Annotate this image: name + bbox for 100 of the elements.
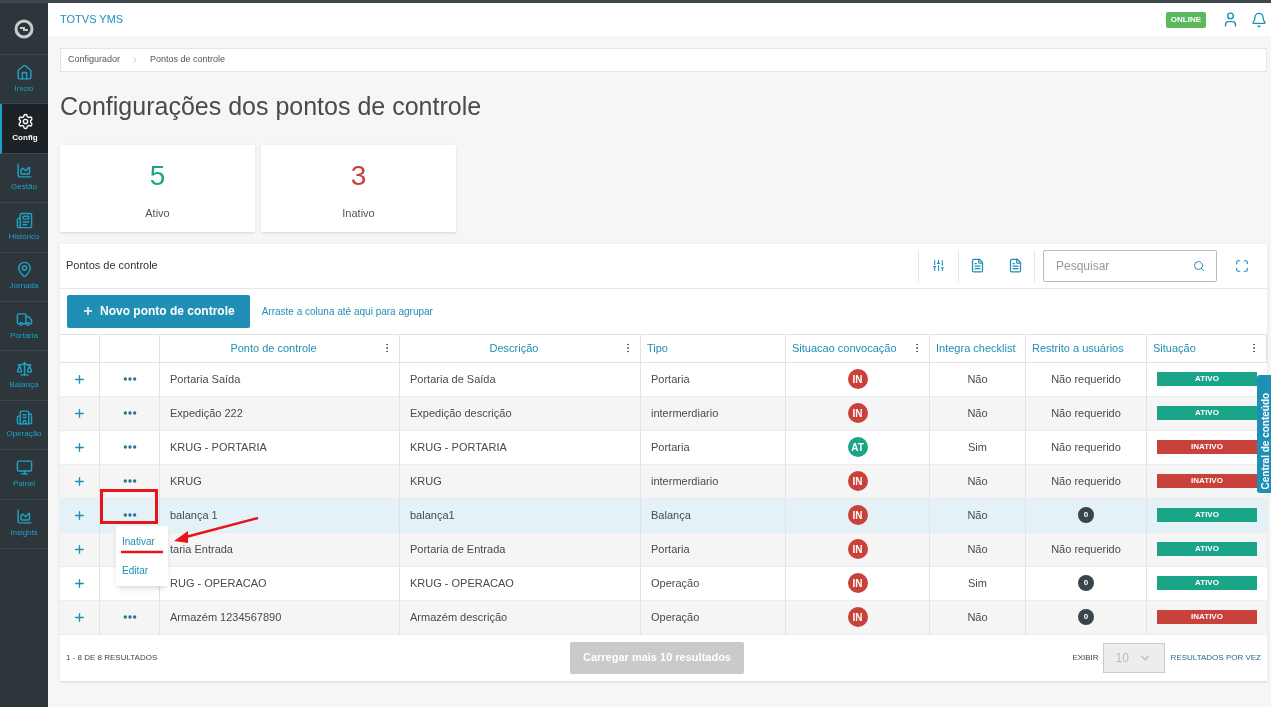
status-badge: INATIVO	[1157, 440, 1257, 454]
scale-icon	[15, 360, 33, 378]
expand-icon[interactable]	[73, 440, 86, 454]
building-icon	[15, 409, 33, 427]
table-cell-text: Balança	[651, 507, 691, 523]
table-cell-text: KRUG - PORTARIA	[410, 439, 507, 455]
table-cell-text: Não	[967, 473, 988, 489]
per-page-label: RESULTADOS POR VEZ	[1170, 651, 1261, 664]
table-cell-text: Armazém descrição	[410, 609, 508, 625]
table-cell-text: Portaria Saída	[170, 371, 241, 387]
online-badge: ONLINE	[1165, 11, 1206, 28]
table-cell-text: Não	[967, 405, 988, 421]
count-badge: 0	[1078, 507, 1094, 523]
home-icon	[15, 63, 33, 81]
expand-icon[interactable]	[73, 542, 86, 556]
search-icon	[1193, 259, 1205, 272]
table-cell-text: balança 1	[170, 507, 218, 523]
table-cell-text: Sim	[968, 439, 987, 455]
table-cell-text: Operação	[651, 575, 700, 591]
monitor-icon	[15, 458, 33, 476]
results-count: 1 - 8 DE 8 RESULTADOS	[66, 651, 159, 664]
table-cell-text: Portaria	[651, 371, 690, 387]
column-header[interactable]: Situacao convocação	[792, 339, 911, 357]
show-label: EXIBIR	[1072, 651, 1099, 664]
expand-icon[interactable]	[73, 508, 86, 522]
map-pin-icon	[15, 261, 33, 279]
status-badge: INATIVO	[1157, 474, 1257, 488]
count-badge: 0	[1078, 575, 1094, 591]
column-header[interactable]: Integra checklist	[936, 339, 1019, 357]
status-badge: ATIVO	[1157, 508, 1257, 522]
count-badge: 0	[1078, 609, 1094, 625]
expand-icon[interactable]	[73, 576, 86, 590]
new-control-point-button[interactable]: Novo ponto de controle	[67, 294, 250, 328]
column-header[interactable]: Restrito a usuários	[1032, 339, 1140, 357]
status-badge: ATIVO	[1157, 542, 1257, 556]
report-icon	[15, 211, 33, 229]
panel-title: Pontos de controle	[66, 258, 158, 274]
expand-icon[interactable]	[73, 474, 86, 488]
column-header[interactable]: Ponto de controle	[166, 339, 381, 357]
xls-export-icon[interactable]	[970, 258, 985, 273]
breadcrumb-link[interactable]: Configurador	[68, 53, 121, 67]
table-cell-text: Portaria	[651, 439, 690, 455]
columns-icon[interactable]	[932, 259, 945, 272]
expand-icon[interactable]	[73, 610, 86, 624]
logo-icon	[14, 18, 34, 39]
table-cell-text: KRUG - OPERACAO	[410, 575, 514, 591]
status-badge: ATIVO	[1157, 406, 1257, 420]
expand-icon[interactable]	[73, 406, 86, 420]
settings-icon	[16, 113, 34, 131]
count-label: Ativo	[145, 205, 170, 221]
table-cell-text: intermerdiario	[651, 405, 719, 421]
table-cell-text: RUG - OPERACAO	[170, 575, 267, 591]
table-cell-text: balança1	[410, 507, 455, 523]
table-cell-text: KRUG - PORTARIA	[170, 439, 267, 455]
menu-item[interactable]: Inativar	[122, 534, 162, 549]
annotation-underline	[120, 550, 164, 554]
app-title: TOTVS YMS	[60, 12, 124, 28]
status-badge: ATIVO	[1157, 576, 1257, 590]
chart-icon	[15, 508, 33, 526]
chart-icon	[15, 162, 33, 180]
table-cell-text: Não	[967, 609, 988, 625]
column-header[interactable]: Descrição	[406, 339, 622, 357]
column-header[interactable]: Tipo	[647, 339, 779, 357]
content-center-tab[interactable]: Central de conteúdo	[1257, 375, 1271, 493]
table-cell-text: Não requerido	[1051, 405, 1121, 421]
table-cell-text: Expedição 222	[170, 405, 243, 421]
table-cell-text: Portaria de Saída	[410, 371, 496, 387]
table-cell-text: intermerdiario	[651, 473, 719, 489]
table-cell-text: Armazém 1234567890	[170, 609, 282, 625]
group-hint: Arraste a coluna até aqui para agrupar	[261, 304, 433, 319]
annotation-box	[100, 489, 158, 524]
menu-item[interactable]: Editar	[122, 563, 162, 578]
count-value: 5	[149, 158, 166, 193]
table-cell-text: taria Entrada	[170, 541, 233, 557]
user-icon[interactable]	[1222, 11, 1239, 28]
search-field[interactable]: Pesquisar	[1043, 249, 1217, 282]
expand-icon[interactable]	[73, 372, 86, 386]
status-badge: ATIVO	[1157, 372, 1257, 386]
fullscreen-icon[interactable]	[1235, 258, 1249, 273]
truck-icon	[15, 310, 33, 328]
sidebar-item[interactable]: Config	[0, 104, 48, 154]
column-header[interactable]: Situação	[1153, 339, 1248, 357]
table-cell-text: Não requerido	[1051, 439, 1121, 455]
table-cell-text: Não	[967, 371, 988, 387]
pdf-export-icon[interactable]	[1007, 258, 1023, 273]
count-value: 3	[350, 158, 367, 193]
table-cell-text: Operação	[651, 609, 700, 625]
table-cell-text: Não requerido	[1051, 371, 1121, 387]
plus-icon	[82, 305, 94, 317]
table-cell-text: Sim	[968, 575, 987, 591]
count-label: Inativo	[342, 205, 375, 221]
status-badge: INATIVO	[1157, 610, 1257, 624]
bell-icon[interactable]	[1251, 11, 1267, 28]
breadcrumb-current: Pontos de controle	[150, 53, 226, 67]
table-cell-text: Portaria de Entrada	[410, 541, 506, 557]
table-cell-text: Não requerido	[1051, 541, 1121, 557]
table-cell-text: Expedição descrição	[410, 405, 512, 421]
table-cell-text: KRUG	[170, 473, 202, 489]
table-cell-text: KRUG	[410, 473, 442, 489]
page-title: Configurações dos pontos de controle	[60, 91, 483, 122]
